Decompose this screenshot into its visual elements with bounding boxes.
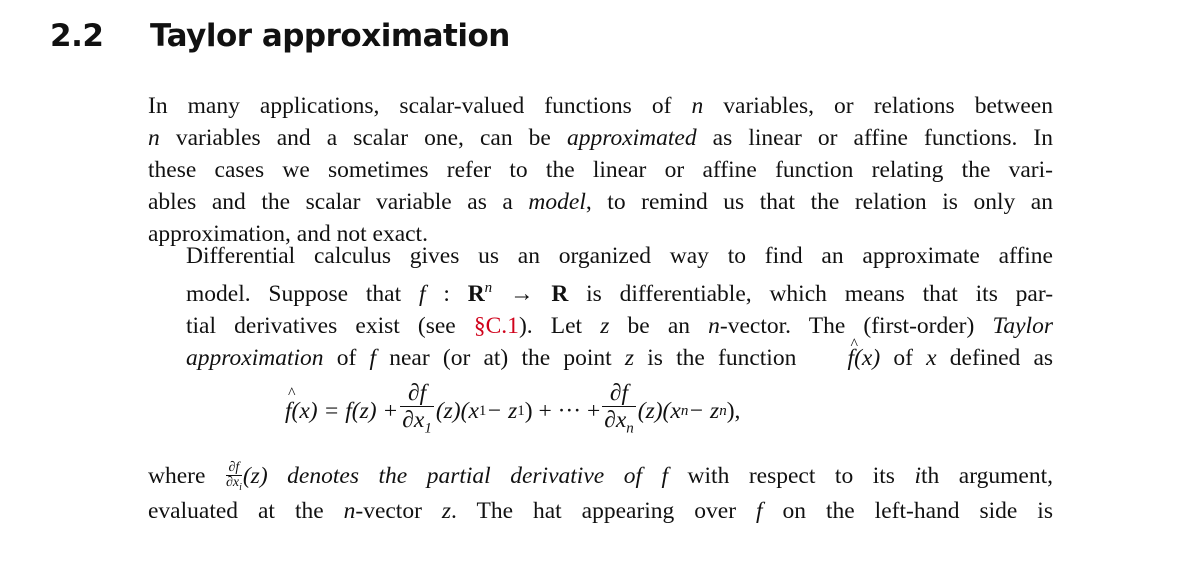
text-line: tial derivatives exist (see §C.1). Let z… bbox=[186, 312, 1053, 339]
section-heading: 2.2 Taylor approximation bbox=[50, 18, 510, 54]
text-line: approximation of f near (or at) the poin… bbox=[148, 329, 1053, 374]
paragraph-intro: In many applications, scalar-valued func… bbox=[148, 90, 1053, 250]
text-line: model. Suppose that f : Rn → R is differ… bbox=[186, 280, 1054, 307]
section-title: Taylor approximation bbox=[150, 18, 510, 54]
text-line: these cases we sometimes refer to the li… bbox=[148, 157, 1053, 183]
paragraph-where: where ∂f ∂xi (z) denotes the partial deriv… bbox=[148, 460, 1053, 527]
emphasis-approximated: approximated bbox=[566, 125, 697, 151]
text-line: n variables and a scalar one, can be app… bbox=[148, 125, 1053, 151]
paragraph-differential-calculus: Differential calculus gives us an organi… bbox=[148, 240, 1053, 374]
emphasis-approximation: approximation bbox=[186, 344, 324, 371]
emphasis-model: model bbox=[528, 189, 586, 215]
text-line: where ∂f ∂xi (z) denotes the partial deriv… bbox=[148, 459, 1053, 493]
section-number: 2.2 bbox=[50, 18, 104, 54]
fraction-partial-n: ∂f ∂xn bbox=[602, 380, 636, 437]
text-line: Differential calculus gives us an organi… bbox=[186, 243, 1053, 269]
section-reference-link[interactable]: §C.1 bbox=[474, 313, 519, 339]
inline-fraction-partial-i: ∂f ∂xi bbox=[225, 459, 242, 493]
taylor-equation: f(x) = f(z) + ∂f∂x1 (z)(x1 − z1) + ··· +… bbox=[285, 378, 935, 444]
fraction-partial-1: ∂f ∂x1 bbox=[400, 380, 434, 437]
text-line: evaluated at the n-vector z. The hat app… bbox=[148, 497, 1053, 524]
text-line: In many applications, scalar-valued func… bbox=[148, 93, 1053, 119]
emphasis-taylor: Taylor bbox=[992, 312, 1053, 339]
text-line: ables and the scalar variable as a model… bbox=[148, 189, 1053, 215]
